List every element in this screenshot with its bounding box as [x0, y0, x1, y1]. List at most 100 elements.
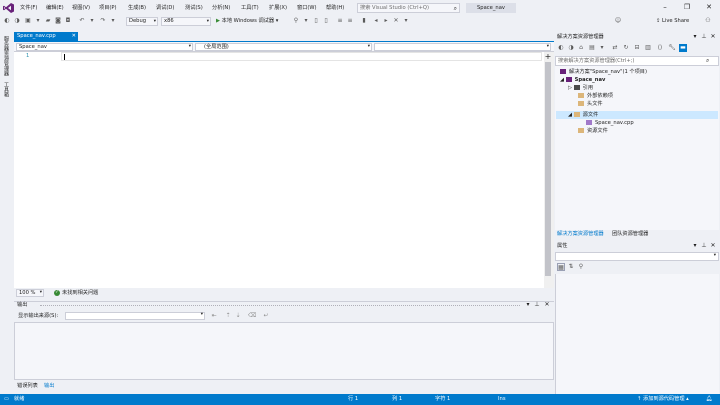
undo-dropdown-icon[interactable]: ▾: [88, 17, 96, 25]
se-collapse-all-icon[interactable]: ⊟: [633, 44, 641, 52]
menu-test[interactable]: 测试(S): [185, 4, 203, 13]
new-project-icon[interactable]: ▣: [24, 17, 32, 25]
prev-bookmark-icon[interactable]: ◂: [372, 17, 380, 25]
minimize-icon[interactable]: –: [658, 2, 672, 13]
close-tab-icon[interactable]: ✕: [72, 32, 76, 41]
se-refresh-icon[interactable]: ↻: [622, 44, 630, 52]
no-issues-icon[interactable]: ✓: [54, 290, 60, 296]
output-source-select[interactable]: ▾: [65, 312, 205, 320]
word-wrap-icon[interactable]: ↵: [262, 312, 270, 320]
member-nav-select[interactable]: ▾: [374, 43, 551, 51]
property-pages-icon[interactable]: ⚲: [577, 263, 585, 271]
menu-file[interactable]: 文件(F): [20, 4, 37, 13]
tree-item-project[interactable]: ◢ Space_nav: [560, 76, 605, 84]
server-explorer-tab[interactable]: 服务器资源管理器: [3, 36, 10, 76]
account-icon[interactable]: ⚇: [704, 17, 712, 25]
se-pin-icon[interactable]: ⊥: [700, 33, 708, 41]
error-list-tab[interactable]: 错误列表: [17, 382, 38, 390]
menu-edit[interactable]: 编辑(E): [46, 4, 64, 13]
output-text-area[interactable]: [14, 322, 554, 380]
se-preview-icon[interactable]: ▬: [679, 44, 687, 52]
properties-object-select[interactable]: ▾: [555, 252, 719, 261]
platform-select[interactable]: x86 ▾: [161, 17, 211, 26]
notifications-icon[interactable]: 🔔︎: [706, 394, 713, 405]
find-icon[interactable]: ⚲: [292, 17, 300, 25]
scrollbar-thumb[interactable]: [545, 62, 551, 276]
tree-item-header-files[interactable]: 头文件: [578, 100, 603, 108]
open-folder-icon[interactable]: ▰: [44, 17, 52, 25]
new-item-icon[interactable]: ▾: [34, 17, 42, 25]
bookmark-icon[interactable]: ▮: [360, 17, 368, 25]
panel-dropdown-icon[interactable]: ▾: [524, 301, 532, 309]
back-icon[interactable]: ◐: [3, 17, 11, 25]
tab-team-explorer[interactable]: 团队资源管理器: [612, 231, 648, 238]
next-message-icon[interactable]: ⇣: [234, 312, 242, 320]
output-tab[interactable]: 输出: [44, 382, 54, 390]
feedback-icon[interactable]: ☺: [614, 17, 622, 25]
toggle-icon[interactable]: ▯: [312, 17, 320, 25]
zoom-select[interactable]: 100 % ▾: [16, 289, 44, 297]
tree-item-source-files[interactable]: ◢ 源文件: [568, 111, 598, 119]
pin-icon[interactable]: ⊥: [533, 301, 541, 309]
categorized-icon[interactable]: ▦: [557, 263, 565, 271]
menu-view[interactable]: 视图(V): [72, 4, 90, 13]
prop-pin-icon[interactable]: ⊥: [700, 242, 708, 250]
menu-debug[interactable]: 调试(D): [156, 4, 174, 13]
outline-icon[interactable]: ▯: [322, 17, 330, 25]
quick-launch-search[interactable]: 搜索 Visual Studio (Ctrl+Q) ⌕: [357, 3, 460, 13]
next-bookmark-icon[interactable]: ▸: [382, 17, 390, 25]
search-icon[interactable]: ⌕: [706, 57, 709, 65]
clear-all-icon[interactable]: ⌫: [248, 312, 256, 320]
save-icon[interactable]: ◙: [54, 17, 62, 25]
se-back-icon[interactable]: ◐: [557, 44, 565, 52]
tree-item-resource-files[interactable]: 资源文件: [578, 127, 608, 135]
live-share-button[interactable]: ⇪ Live Share: [656, 17, 689, 26]
document-tab[interactable]: Space_nav.cpp ✕: [14, 32, 78, 41]
menu-tools[interactable]: 工具(T): [241, 4, 259, 13]
prev-message-icon[interactable]: ⇡: [224, 312, 232, 320]
tree-item-external-deps[interactable]: 外部依赖项: [578, 92, 613, 100]
project-nav-select[interactable]: Space_nav ▾: [16, 43, 193, 51]
start-debugging-button[interactable]: ▶ 本地 Windows 调试器 ▾: [216, 17, 278, 26]
toolbox-tab[interactable]: 工具箱: [3, 82, 10, 97]
se-dropdown-icon[interactable]: ▾: [691, 33, 699, 41]
tree-item-references[interactable]: ▷ 引用: [568, 84, 593, 92]
clear-bookmarks-icon[interactable]: ✕: [392, 17, 400, 25]
redo-icon[interactable]: ↷: [99, 17, 107, 25]
find-dropdown-icon[interactable]: ▾: [302, 17, 310, 25]
tree-item-cpp-file[interactable]: Space_nav.cpp: [586, 119, 634, 127]
se-close-icon[interactable]: ✕: [709, 33, 717, 41]
source-control-button[interactable]: ↑ 添加到源代码管理 ▴: [637, 394, 689, 405]
close-icon[interactable]: ✕: [702, 2, 716, 13]
comment-icon[interactable]: ≡: [336, 17, 344, 25]
scope-nav-select[interactable]: (全局范围) ▾: [195, 43, 372, 51]
tab-solution-explorer[interactable]: 解决方案资源管理器: [557, 231, 604, 238]
menu-extensions[interactable]: 扩展(X): [269, 4, 287, 13]
se-view-code-icon[interactable]: ⟨⟩: [656, 44, 664, 52]
save-all-icon[interactable]: ◘: [64, 17, 72, 25]
prop-close-icon[interactable]: ✕: [709, 242, 717, 250]
issues-status[interactable]: 未找到相关问题: [62, 289, 98, 297]
toolbar-overflow-icon[interactable]: ▾: [402, 17, 410, 25]
alphabetical-icon[interactable]: ⇅: [567, 263, 575, 271]
se-forward-icon[interactable]: ◑: [567, 44, 575, 52]
solution-config-select[interactable]: Debug ▾: [126, 17, 158, 26]
undo-icon[interactable]: ↶: [78, 17, 86, 25]
se-pending-changes-icon[interactable]: ▾: [598, 44, 606, 52]
menu-project[interactable]: 项目(P): [99, 4, 117, 13]
se-show-all-icon[interactable]: ▥: [644, 44, 652, 52]
find-message-icon[interactable]: ⇤: [210, 312, 218, 320]
uncomment-icon[interactable]: ≡: [346, 17, 354, 25]
split-editor-icon[interactable]: +: [543, 52, 553, 61]
prop-dropdown-icon[interactable]: ▾: [691, 242, 699, 250]
se-home-icon[interactable]: ⌂: [577, 44, 585, 52]
tree-item-solution[interactable]: 解决方案"Space_nav"(1 个项目): [560, 68, 647, 76]
menu-help[interactable]: 帮助(H): [326, 4, 344, 13]
se-sync-icon[interactable]: ⇄: [611, 44, 619, 52]
se-properties-icon[interactable]: 🔧︎: [668, 44, 676, 52]
forward-icon[interactable]: ◑: [13, 17, 21, 25]
restore-icon[interactable]: ❐: [680, 2, 694, 13]
se-switch-views-icon[interactable]: ▤: [588, 44, 596, 52]
menu-analyze[interactable]: 分析(N): [212, 4, 230, 13]
menu-window[interactable]: 窗口(W): [297, 4, 317, 13]
